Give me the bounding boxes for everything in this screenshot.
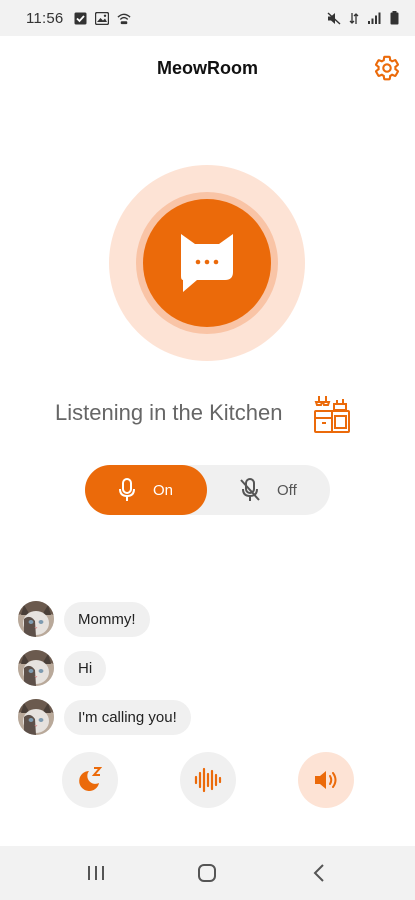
- microphone-off-icon: [240, 478, 260, 501]
- sound-wave-icon: [194, 767, 222, 793]
- listen-button[interactable]: [143, 199, 271, 327]
- back-button[interactable]: [291, 853, 347, 893]
- mic-toggle: On Off: [85, 465, 330, 515]
- cat-avatar: [18, 650, 54, 686]
- status-bar: 11:56: [0, 0, 415, 36]
- signal-icon: [367, 11, 381, 25]
- cat-avatar: [18, 699, 54, 735]
- listening-status: Listening in the Kitchen: [55, 400, 283, 425]
- kitchen-icon[interactable]: [313, 394, 351, 434]
- speaker-button[interactable]: [298, 752, 354, 808]
- recent-apps-button[interactable]: [68, 853, 124, 893]
- speaker-icon: [315, 771, 337, 789]
- status-time: 11:56: [26, 9, 64, 27]
- chat-message: Hi: [18, 650, 398, 686]
- mute-icon: [327, 11, 341, 25]
- status-left-icons: [73, 11, 131, 25]
- microphone-icon: [119, 478, 135, 501]
- app-title: MeowRoom: [157, 58, 258, 78]
- sleep-button[interactable]: [62, 752, 118, 808]
- status-right-icons: [327, 11, 401, 25]
- chat-message: I'm calling you!: [18, 699, 398, 735]
- cat-chat-icon: [181, 234, 233, 292]
- cat-avatar: [18, 601, 54, 637]
- mic-on-label: On: [153, 481, 174, 499]
- image-icon: [95, 11, 110, 25]
- checkbox-icon: [73, 11, 87, 25]
- mic-off-label: Off: [277, 481, 297, 499]
- system-nav-bar: [0, 846, 415, 900]
- recent-apps-icon: [87, 866, 104, 880]
- app-header: MeowRoom: [0, 36, 415, 102]
- chat-bubble: Mommy!: [64, 601, 150, 637]
- back-icon: [313, 864, 324, 882]
- chat-list: Mommy! Hi I'm calling you!: [18, 601, 398, 748]
- home-button[interactable]: [179, 853, 235, 893]
- mic-off-option[interactable]: Off: [207, 465, 330, 515]
- wifi-calling-icon: [117, 11, 131, 25]
- settings-button[interactable]: [372, 53, 402, 83]
- chat-bubble: Hi: [64, 650, 107, 686]
- chat-bubble: I'm calling you!: [64, 699, 191, 735]
- home-icon: [198, 864, 217, 882]
- sleep-icon: [79, 767, 103, 791]
- action-bar: [62, 752, 354, 808]
- gear-icon: [374, 55, 399, 81]
- mic-on-option[interactable]: On: [85, 465, 207, 515]
- data-icon: [347, 11, 361, 25]
- battery-icon: [387, 11, 401, 25]
- sound-wave-button[interactable]: [180, 752, 236, 808]
- chat-message: Mommy!: [18, 601, 398, 637]
